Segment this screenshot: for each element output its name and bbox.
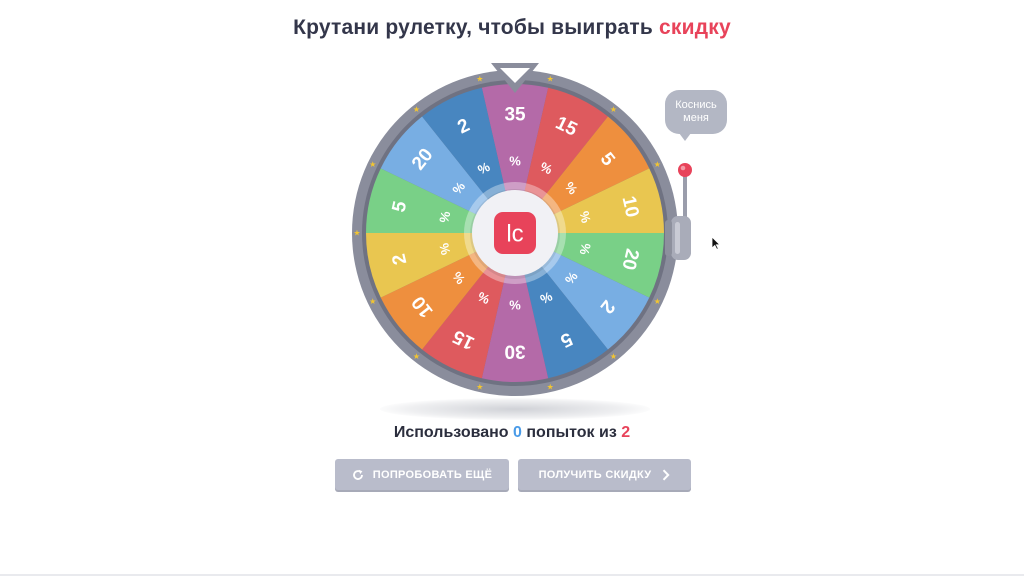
lever-base [671,216,691,260]
logo-text: lc [506,221,523,248]
retry-label: ПОПРОБОВАТЬ ЕЩЁ [372,468,493,481]
rim-star-icon: ★ [476,74,483,83]
rim-star-icon: ★ [654,297,661,306]
segment-percent: % [509,154,521,169]
roulette-wheel[interactable]: 35% 15% 5% 10% 20% 2% 5% 30% 15% 10% 2% 5% 20% 2% ★ ★ ★ ★… [345,60,685,420]
rim-star-icon: ★ [610,352,617,361]
refresh-icon [352,469,363,480]
rim-star-icon: ★ [654,160,661,169]
title-text: Крутани рулетку, чтобы выиграть [293,16,653,39]
rim-star-icon: ★ [547,74,554,83]
rim-star-icon: ★ [369,297,376,306]
rim-star-icon: ★ [353,229,360,238]
claim-label: ПОЛУЧИТЬ СКИДКУ [538,468,652,481]
attempts-used: 0 [513,424,522,441]
lever-knob [678,163,692,177]
attempts-total: 2 [621,424,631,441]
rim-star-icon: ★ [369,160,376,169]
attempts-middle: попыток из [526,424,617,441]
page-title: Крутани рулетку, чтобы выиграть скидку [0,16,1024,40]
touch-me-tooltip: Коснись меня [665,90,727,141]
attempts-counter: Использовано 0 попыток из 2 [0,424,1024,442]
rim-star-icon: ★ [610,105,617,114]
mouse-cursor-icon [711,236,721,250]
segment-percent: % [509,298,521,313]
rim-star-icon: ★ [476,383,483,392]
rim-star-icon: ★ [413,352,420,361]
get-discount-button[interactable]: ПОЛУЧИТЬ СКИДКУ [518,459,691,490]
retry-button[interactable]: ПОПРОБОВАТЬ ЕЩЁ [335,459,509,490]
title-accent: скидку [659,16,731,39]
segment-value: 30 [504,341,525,362]
chevron-right-icon [663,469,671,480]
rim-star-icon: ★ [547,383,554,392]
attempts-prefix: Использовано [393,424,509,441]
tooltip-text: Коснись меня [675,99,717,124]
rim-star-icon: ★ [413,105,420,114]
segment-value: 35 [504,105,526,126]
spin-lever[interactable] [665,160,695,265]
